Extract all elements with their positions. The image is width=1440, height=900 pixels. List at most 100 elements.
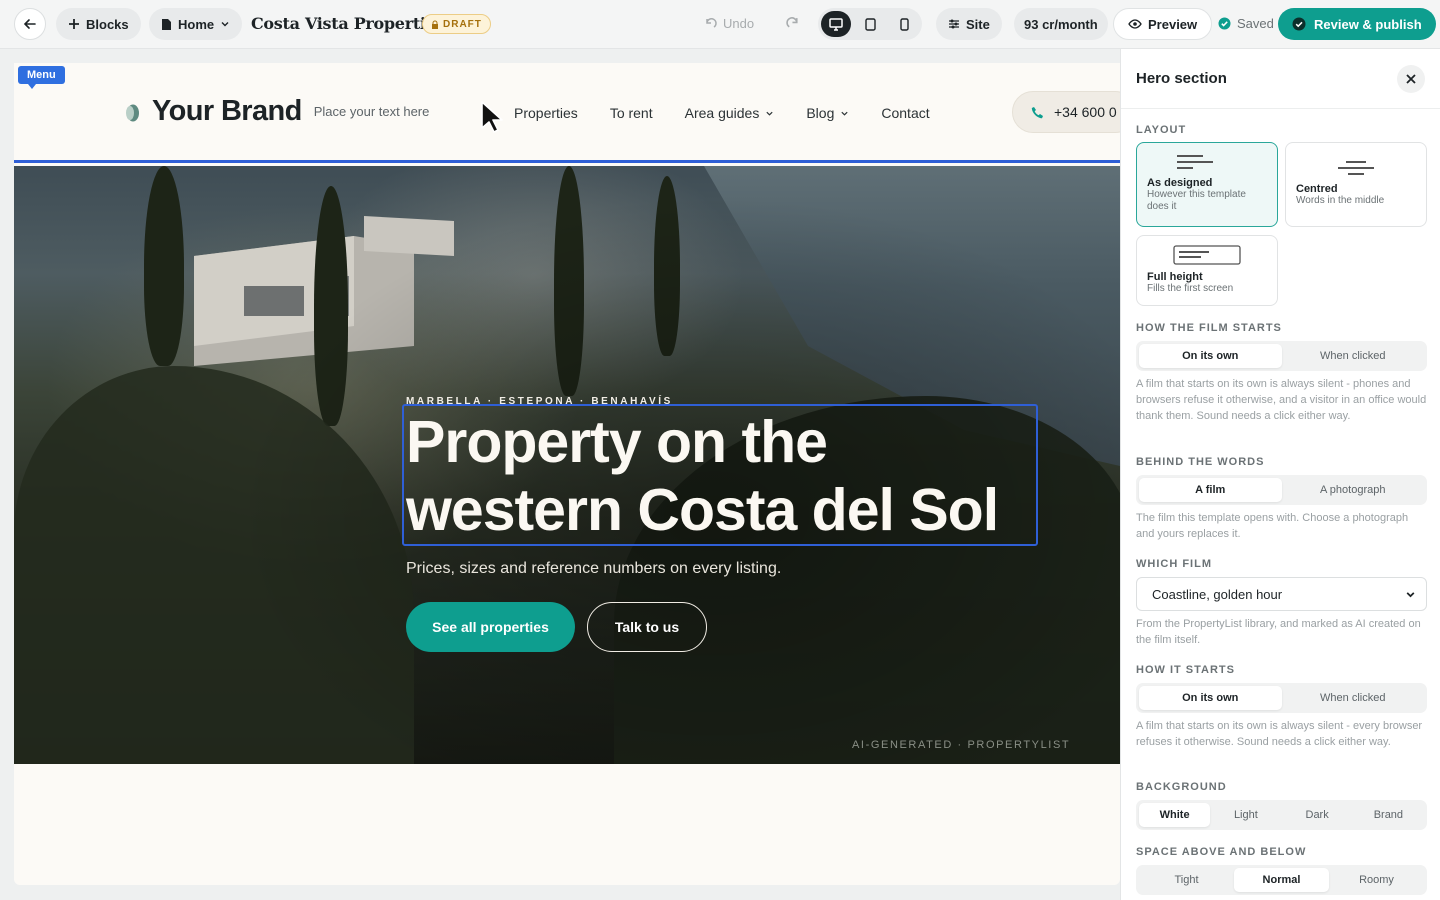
how-starts-label: HOW IT STARTS (1136, 664, 1235, 676)
how-starts-option[interactable]: On its own (1139, 686, 1282, 710)
panel-title: Hero section (1136, 70, 1227, 87)
background-option[interactable]: White (1139, 803, 1211, 827)
hero-subtitle[interactable]: Prices, sizes and reference numbers on e… (406, 560, 966, 578)
preview-label: Preview (1148, 16, 1198, 32)
page-selector[interactable]: Home (149, 8, 243, 40)
background-label: BACKGROUND (1136, 781, 1227, 793)
undo-icon (706, 18, 717, 28)
spacing-option[interactable]: Tight (1139, 868, 1234, 892)
hero-section[interactable]: MARBELLA · ESTEPONA · BENAHAVÍS Property… (14, 166, 1120, 764)
hero-settings-panel: Hero section LAYOUT As designed However … (1120, 49, 1440, 900)
layout-option-centred[interactable]: Centred Words in the middle (1285, 142, 1427, 227)
undo-label: Undo (723, 16, 755, 31)
phone-button[interactable]: +34 600 0 (1012, 91, 1120, 133)
layout-option-as-designed[interactable]: As designed However this template does i… (1136, 142, 1278, 227)
layout-option-desc: Fills the first screen (1147, 283, 1234, 294)
editor-toolbar: Blocks Home Costa Vista Properties DRAFT… (0, 0, 1440, 49)
phone-number: +34 600 0 (1054, 104, 1117, 120)
menu-block-tag[interactable]: Menu (18, 66, 65, 89)
which-film-select[interactable]: Coastline, golden hour (1136, 577, 1427, 611)
undo-button[interactable]: Undo (704, 16, 754, 31)
spacing-label: SPACE ABOVE AND BELOW (1136, 846, 1307, 858)
behind-words-option[interactable]: A film (1139, 478, 1282, 502)
nav-item-blog[interactable]: Blog (806, 105, 849, 121)
layout-option-desc: Words in the middle (1296, 195, 1385, 206)
how-starts-option[interactable]: When clicked (1282, 686, 1425, 710)
which-film-value: Coastline, golden hour (1152, 586, 1283, 602)
layout-label: LAYOUT (1136, 124, 1187, 136)
desktop-view-button[interactable] (821, 11, 851, 37)
redo-button[interactable] (786, 16, 800, 33)
background-option[interactable]: Light (1210, 803, 1281, 827)
redo-icon (786, 17, 798, 28)
behind-words-label: BEHIND THE WORDS (1136, 456, 1265, 468)
how-starts-help: A film that starts on its own is always … (1136, 720, 1423, 748)
review-publish-button[interactable]: Review & publish (1278, 8, 1436, 40)
how-starts-toggle: On its own When clicked (1136, 683, 1427, 713)
blocks-button[interactable]: Blocks (56, 8, 141, 40)
monitor-icon (829, 17, 843, 31)
background-toggle: White Light Dark Brand (1136, 800, 1427, 830)
which-film-label: WHICH FILM (1136, 558, 1212, 570)
site-nav: Properties To rent Area guides Blog Cont… (514, 105, 930, 121)
mouse-cursor-icon (481, 101, 503, 133)
nav-item-to-rent[interactable]: To rent (610, 105, 653, 121)
layout-option-full-height[interactable]: Full height Fills the first screen (1136, 235, 1278, 306)
hero-content: MARBELLA · ESTEPONA · BENAHAVÍS Property… (402, 396, 1038, 652)
draft-badge: DRAFT (422, 14, 491, 34)
background-option[interactable]: Dark (1282, 803, 1353, 827)
lock-icon (432, 20, 438, 29)
behind-words-option[interactable]: A photograph (1282, 478, 1425, 502)
sliders-icon (949, 19, 959, 29)
brand[interactable]: Your Brand Place your text here (124, 95, 429, 128)
close-panel-button[interactable] (1397, 64, 1425, 93)
chevron-down-icon (841, 111, 848, 116)
eye-icon (1128, 19, 1142, 29)
saved-status: Saved (1218, 16, 1274, 31)
site-name: Costa Vista Properties (251, 14, 445, 33)
device-switcher (818, 8, 922, 40)
preview-button[interactable]: Preview (1113, 8, 1213, 40)
saved-label: Saved (1237, 16, 1274, 31)
spacing-toggle: Tight Normal Roomy (1136, 865, 1427, 895)
tablet-view-button[interactable] (855, 11, 885, 37)
back-button[interactable] (14, 8, 46, 40)
layout-full-icon (1173, 245, 1241, 265)
chevron-down-icon (766, 111, 773, 116)
spacing-option[interactable]: Normal (1234, 868, 1329, 892)
plus-icon (69, 19, 79, 29)
phone-device-icon (899, 17, 909, 31)
site-header[interactable]: Your Brand Place your text here Properti… (14, 63, 1120, 163)
layout-option-title: Centred (1296, 183, 1338, 195)
tablet-icon (864, 17, 876, 31)
page-label: Home (178, 16, 215, 32)
background-option[interactable]: Brand (1353, 803, 1424, 827)
panel-header: Hero section (1121, 49, 1440, 109)
layout-option-desc: However this template does it (1147, 189, 1246, 212)
film-starts-help: A film that starts on its own is always … (1136, 378, 1427, 422)
nav-item-properties[interactable]: Properties (514, 105, 578, 121)
film-starts-toggle: On its own When clicked (1136, 341, 1427, 371)
layout-option-title: As designed (1147, 177, 1213, 189)
leaf-logo-icon (124, 103, 140, 121)
spacing-option[interactable]: Roomy (1329, 868, 1424, 892)
hero-title[interactable]: Property on the western Costa del Sol (406, 408, 1046, 544)
nav-item-contact[interactable]: Contact (881, 105, 929, 121)
check-circle-icon (1218, 17, 1231, 30)
film-starts-option[interactable]: When clicked (1282, 344, 1425, 368)
film-starts-option[interactable]: On its own (1139, 344, 1282, 368)
layout-option-title: Full height (1147, 271, 1203, 283)
site-settings-button[interactable]: Site (936, 8, 1002, 40)
talk-to-us-button[interactable]: Talk to us (587, 602, 707, 652)
ai-credit: AI-GENERATED · PROPERTYLIST (852, 739, 1071, 751)
behind-words-toggle: A film A photograph (1136, 475, 1427, 505)
layout-left-icon (1177, 155, 1213, 169)
phone-icon (1031, 106, 1043, 118)
nav-item-area-guides[interactable]: Area guides (685, 105, 775, 121)
close-icon (1406, 73, 1416, 84)
page-icon (162, 18, 171, 30)
brand-tagline[interactable]: Place your text here (314, 104, 430, 119)
mobile-view-button[interactable] (889, 11, 919, 37)
see-all-properties-button[interactable]: See all properties (406, 602, 575, 652)
layout-centre-icon (1338, 161, 1374, 175)
